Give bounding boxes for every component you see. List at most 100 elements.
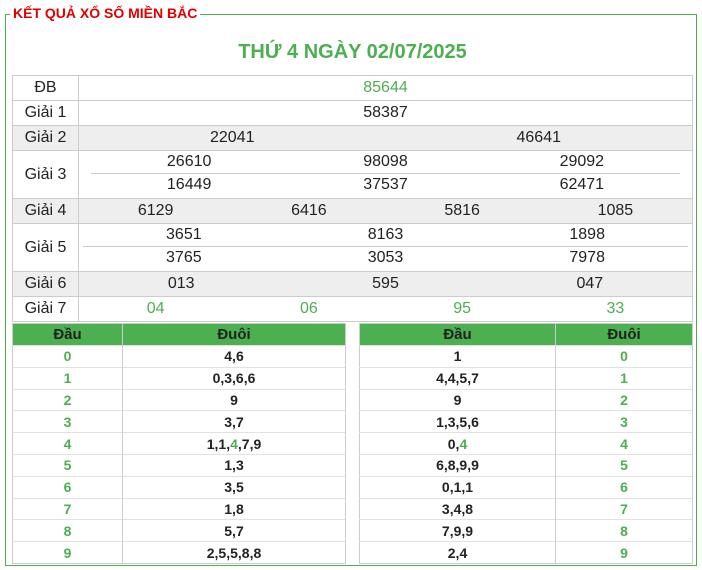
head-digit: 0 [12, 345, 123, 368]
tail-digit: 2 [555, 388, 693, 411]
prize-number: 595 [372, 275, 399, 292]
row-g3: Giải 3 26610 98098 29092 16449 37537 624… [12, 151, 693, 199]
prize-number: 8163 [367, 226, 404, 243]
prize-number: 7978 [569, 249, 605, 266]
row-g6: Giải 6 013 595 047 [12, 272, 693, 297]
prize-number: 3765 [166, 249, 202, 266]
tail-digits: 1,8 [122, 497, 346, 520]
tail-digit: 6 [555, 475, 693, 499]
head-digits: 4,4,5,7 [359, 366, 556, 390]
prize-label: ĐB [13, 76, 79, 100]
prize-number: 22041 [210, 129, 255, 146]
head-digit: 9 [12, 541, 123, 564]
head-digit: 1 [12, 366, 123, 390]
tail-digit: 5 [555, 453, 693, 477]
head-digit: 2 [12, 388, 123, 411]
table-row: 0,4 4 [359, 432, 693, 455]
page-title: THỨ 4 NGÀY 02/07/2025 [238, 41, 467, 63]
table-row: 3,4,8 7 [359, 497, 693, 520]
special-prize-number: 85644 [363, 79, 408, 96]
head-digit: 6 [12, 475, 123, 499]
prize-number: 1898 [569, 226, 605, 243]
table-row: 9 2,5,5,8,8 [12, 541, 346, 564]
col-header-duoi: Đuôi [555, 323, 693, 346]
prize-number: 3651 [166, 226, 202, 243]
prize-number: 33 [606, 300, 625, 317]
table-row: 29 [12, 388, 346, 411]
row-g1: Giải 1 58387 [12, 101, 693, 126]
head-digit: 8 [12, 519, 123, 542]
row-g4: Giải 4 6129 6416 5816 1085 [12, 199, 693, 224]
prize-number: 06 [299, 300, 318, 317]
head-digits: 2,4 [359, 541, 556, 564]
prize-number: 6416 [291, 202, 327, 219]
table-row: 6,8,9,9 5 [359, 453, 693, 477]
table-row: 1,3,5,6 3 [359, 410, 693, 433]
tail-digits: 4,6 [122, 345, 346, 368]
prize-number: 1085 [597, 202, 634, 219]
table-row: 7,9,9 8 [359, 519, 693, 542]
prize-number: 26610 [166, 153, 212, 170]
head-digit: 7 [12, 497, 123, 520]
table-row: 0,1,1 6 [359, 475, 693, 499]
row-db: ĐB 85644 [12, 76, 693, 101]
table-row: 4 1,1,4,7,9 [12, 432, 346, 455]
head-digit: 4 [12, 432, 123, 455]
head-digits: 3,4,8 [359, 497, 556, 520]
head-digits: 7,9,9 [359, 519, 556, 542]
head-digits-part: 0, [447, 435, 460, 452]
prize-label: Giải 3 [13, 151, 79, 198]
tail-digit: 4 [555, 432, 693, 455]
prize-number: 37537 [363, 176, 408, 193]
tail-digit: 1 [555, 366, 693, 390]
table-row: 3 3,7 [12, 410, 346, 433]
prize-number: 3053 [367, 249, 404, 266]
prize-label: Giải 1 [13, 101, 79, 125]
prize-number: 16449 [166, 176, 212, 193]
table-row: 2,4 9 [359, 541, 693, 564]
table-row: 5 1,3 [12, 453, 346, 477]
tail-digit: 3 [555, 410, 693, 433]
table-row: 8 5,7 [12, 519, 346, 542]
col-header-duoi: Đuôi [122, 323, 346, 346]
tail-digits: 1,1,4,7,9 [122, 432, 346, 455]
head-digits: 1 [359, 345, 556, 368]
tail-digits: 3,5 [122, 475, 346, 499]
prize-number: 6129 [137, 202, 174, 219]
prize-number: 62471 [559, 176, 605, 193]
highlight-digit: 4 [459, 435, 468, 452]
head-digit: 5 [12, 453, 123, 477]
row-g2: Giải 2 22041 46641 [12, 126, 693, 151]
table-row: 4,4,5,7 1 [359, 366, 693, 390]
tail-digits: 2,5,5,8,8 [122, 541, 346, 564]
prize-number: 98098 [363, 153, 408, 170]
tail-digits: 3,7 [122, 410, 346, 433]
table-row: 0 4,6 [12, 345, 346, 368]
col-header-dau: Đầu [359, 323, 556, 346]
prize-label: Giải 2 [13, 126, 79, 150]
tail-digit: 8 [555, 519, 693, 542]
col-header-dau: Đầu [12, 323, 123, 346]
prize-label: Giải 7 [13, 297, 79, 321]
prize-number: 047 [576, 275, 604, 292]
prize-number: 29092 [559, 153, 605, 170]
head-digits: 1,3,5,6 [359, 410, 556, 433]
dau-table: Đầu Đuôi 0 4,6 1 0,3,6,6 29 3 3,7 4 1,1,4,7,… [12, 323, 346, 564]
prize-number: 04 [146, 300, 165, 317]
tail-digits: 5,7 [122, 519, 346, 542]
frame-legend: KẾT QUẢ XỔ SỐ MIỀN BẮC [10, 5, 201, 21]
tail-digits-part: ,7,9 [237, 435, 262, 452]
tail-digit: 7 [555, 497, 693, 520]
prize-number: 5816 [444, 202, 480, 219]
prize-number: 46641 [516, 129, 562, 146]
table-row: 1 0,3,6,6 [12, 366, 346, 390]
prize-label: Giải 4 [13, 199, 79, 223]
tail-digits: 1,3 [122, 453, 346, 477]
head-digit: 3 [12, 410, 123, 433]
tail-digit: 0 [555, 345, 693, 368]
table-row: 6 3,5 [12, 475, 346, 499]
head-digits: 0,4 [359, 432, 556, 455]
tail-digits-part: 1,1, [206, 435, 231, 452]
row-g7: Giải 7 04 06 95 33 [12, 297, 693, 322]
tail-digits: 9 [122, 388, 346, 411]
